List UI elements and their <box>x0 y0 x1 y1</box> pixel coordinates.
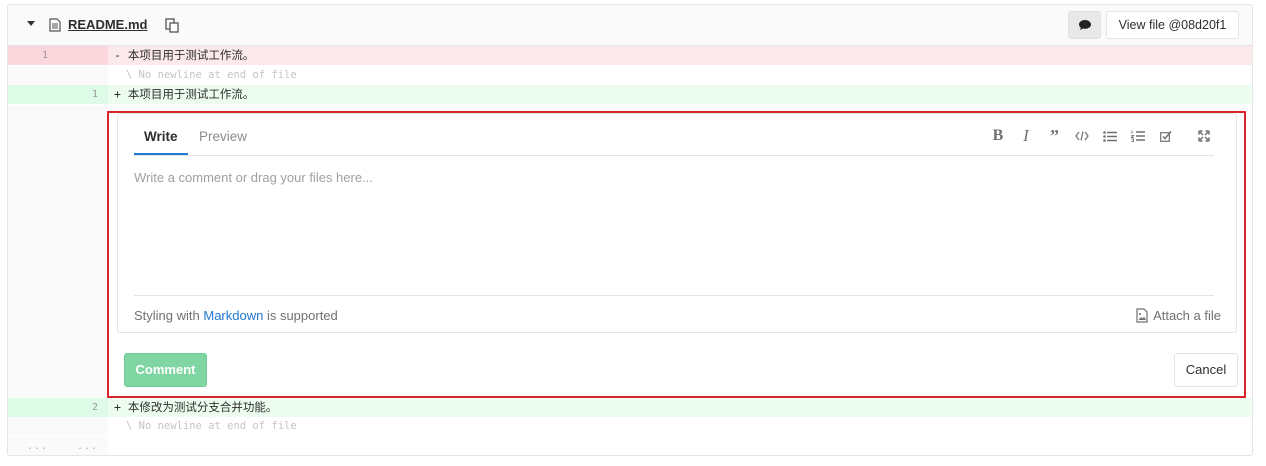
bold-icon[interactable]: B <box>986 124 1010 148</box>
numbered-list-icon[interactable] <box>1126 124 1150 148</box>
diff-line-code: + 本修改为测试分支合并功能。 <box>114 400 278 414</box>
old-line-number[interactable]: 1 <box>8 46 58 65</box>
diff-line: \ No newline at end of file <box>8 417 1252 436</box>
markdown-editor: Write Preview B I ” Write a comment or d… <box>117 113 1237 333</box>
diff-line: 1 - 本项目用于测试工作流。 <box>8 46 1252 65</box>
old-line-number[interactable] <box>8 66 58 85</box>
comment-button[interactable]: Comment <box>124 353 207 387</box>
editor-footer-divider <box>134 295 1214 296</box>
tab-preview[interactable]: Preview <box>199 129 247 144</box>
markdown-hint-prefix: Styling with <box>134 308 204 323</box>
tab-write[interactable]: Write <box>144 129 178 144</box>
new-line-number[interactable]: 1 <box>58 85 108 104</box>
diff-line-code: - 本项目用于测试工作流。 <box>114 48 255 62</box>
diff-line-code: + 本项目用于测试工作流。 <box>114 87 255 101</box>
file-icon <box>49 18 61 37</box>
new-line-number[interactable] <box>58 417 108 436</box>
toggle-comments-button[interactable] <box>1068 11 1101 39</box>
collapse-caret-icon[interactable] <box>27 21 35 26</box>
comment-textarea[interactable]: Write a comment or drag your files here.… <box>134 170 373 185</box>
file-header: README.md View file @08d20f1 <box>8 5 1252 46</box>
markdown-hint: Styling with Markdown is supported <box>134 308 338 323</box>
fullscreen-icon[interactable] <box>1192 124 1216 148</box>
old-line-number[interactable] <box>8 398 58 417</box>
diff-line: ...... <box>8 437 1252 455</box>
old-line-number[interactable] <box>8 85 58 104</box>
diff-line: 2 + 本修改为测试分支合并功能。 <box>8 398 1252 417</box>
copy-path-icon[interactable] <box>165 18 179 38</box>
no-newline-notice: \ No newline at end of file <box>126 420 297 432</box>
new-line-number[interactable]: ... <box>58 437 108 455</box>
italic-icon[interactable]: I <box>1014 124 1038 148</box>
file-name-link[interactable]: README.md <box>68 17 147 32</box>
task-list-icon[interactable] <box>1154 124 1178 148</box>
no-newline-notice: \ No newline at end of file <box>126 69 297 81</box>
markdown-toolbar: B I ” <box>986 124 1216 148</box>
markdown-hint-suffix: is supported <box>263 308 338 323</box>
line-number-gutter <box>8 105 108 398</box>
comment-icon <box>1079 20 1091 30</box>
diff-line-code <box>108 437 1252 455</box>
new-line-number[interactable] <box>58 66 108 85</box>
view-file-button[interactable]: View file @08d20f1 <box>1106 11 1239 39</box>
cancel-button[interactable]: Cancel <box>1174 353 1238 387</box>
new-line-number[interactable] <box>58 46 108 65</box>
tabs-divider <box>134 155 1214 156</box>
image-file-icon <box>1136 308 1148 323</box>
bullet-list-icon[interactable] <box>1098 124 1122 148</box>
diff-line: 1 + 本项目用于测试工作流。 <box>8 85 1252 104</box>
old-line-number[interactable]: ... <box>8 437 58 455</box>
attach-file-label: Attach a file <box>1153 308 1221 323</box>
quote-icon[interactable]: ” <box>1042 124 1066 148</box>
attach-file-button[interactable]: Attach a file <box>1136 308 1221 323</box>
code-icon[interactable] <box>1070 124 1094 148</box>
new-line-number[interactable]: 2 <box>58 398 108 417</box>
diff-line: \ No newline at end of file <box>8 66 1252 85</box>
markdown-help-link[interactable]: Markdown <box>203 308 263 323</box>
old-line-number[interactable] <box>8 417 58 436</box>
